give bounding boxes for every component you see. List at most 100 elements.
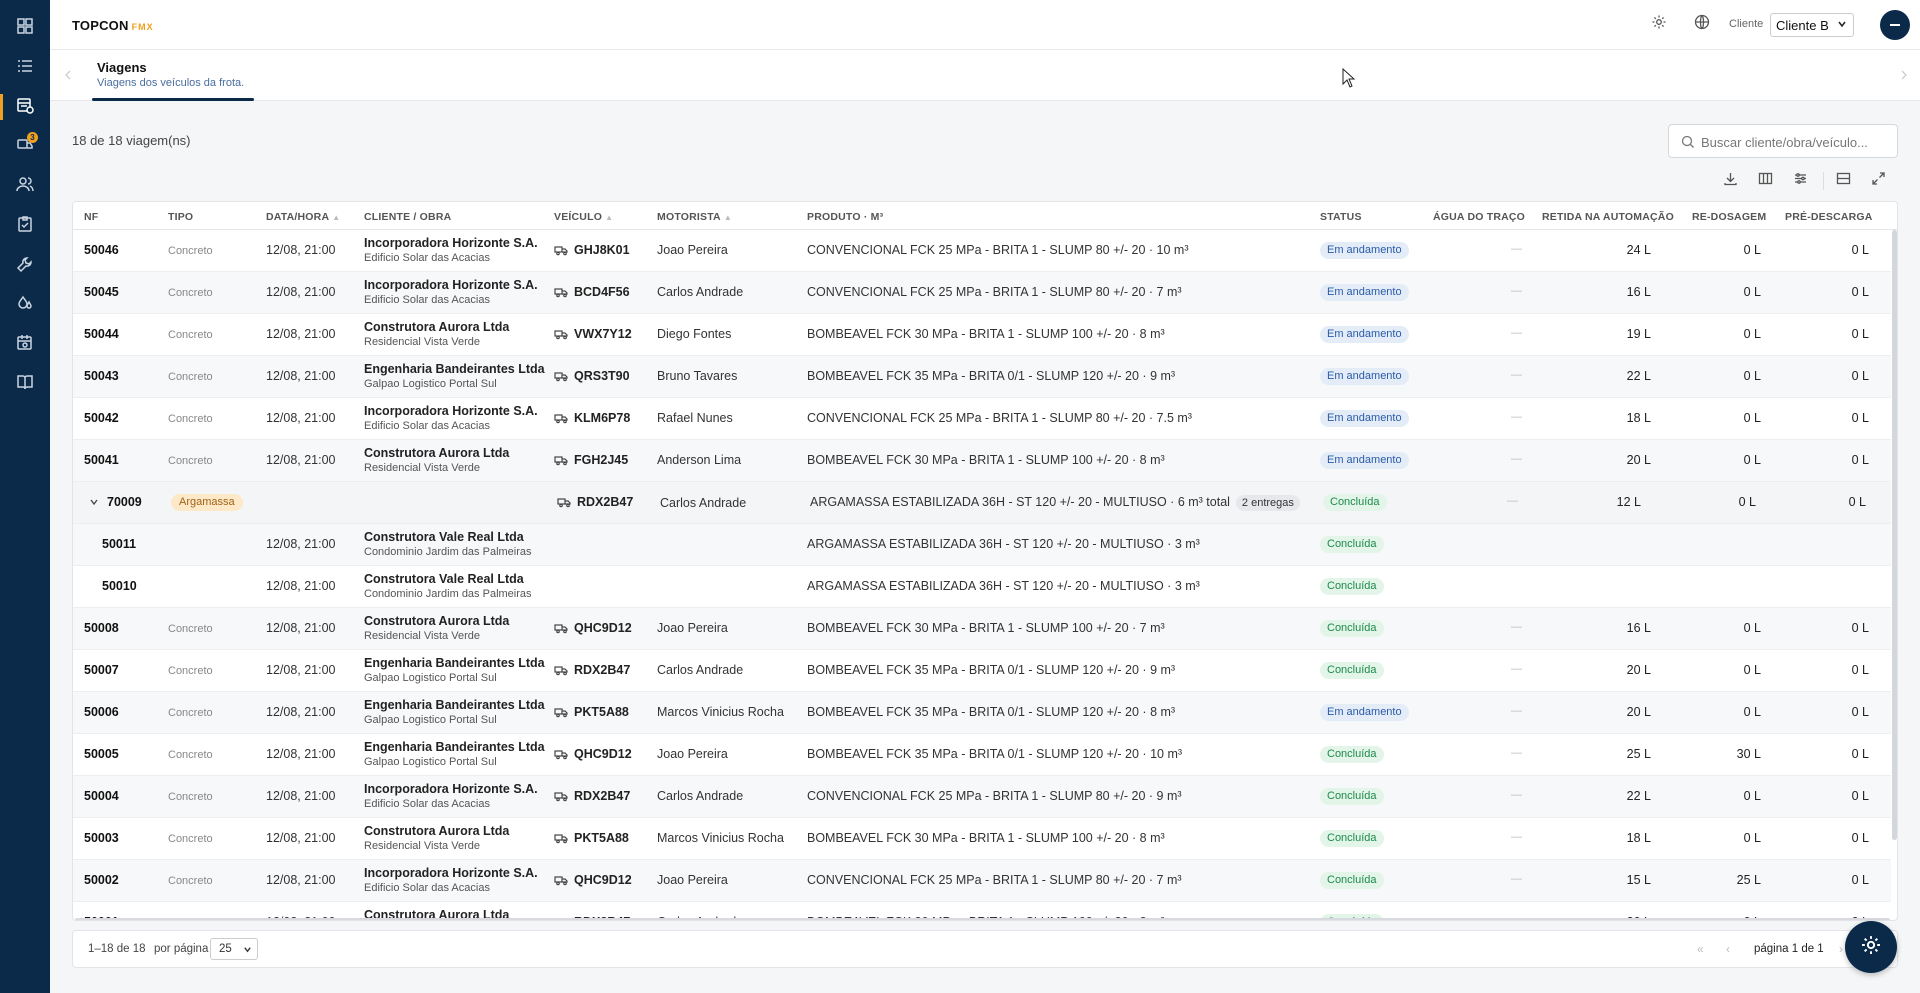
first-page-button[interactable]: « (1697, 942, 1704, 956)
table-row[interactable]: 50041 Concreto 12/08, 21:00 Construtora … (73, 440, 1891, 482)
column-header-produto[interactable]: PRODUTO · M³ (807, 211, 883, 223)
product-cell: BOMBEAVEL FCK 30 MPa - BRITA 1 - SLUMP 1… (807, 831, 1165, 845)
column-header-motorista[interactable]: MOTORISTA ▲ (657, 211, 732, 223)
vehicle-cell: PKT5A88 (574, 705, 629, 719)
tab-viagens[interactable]: Viagens Viagens dos veículos da frota. (92, 50, 254, 101)
download-button[interactable] (1721, 172, 1739, 190)
search-box[interactable] (1668, 124, 1898, 158)
column-header-veiculo[interactable]: VEÍCULO ▲ (554, 211, 613, 223)
fullscreen-button[interactable] (1869, 172, 1887, 190)
vehicle-cell: QHC9D12 (574, 873, 632, 887)
client-name: Incorporadora Horizonte S.A. (364, 866, 538, 880)
datetime-cell: 12/08, 21:00 (266, 621, 336, 635)
table-row[interactable]: 50005 Concreto 12/08, 21:00 Engenharia B… (73, 734, 1891, 776)
density-button[interactable] (1834, 172, 1852, 190)
product-cell: CONVENCIONAL FCK 25 MPa - BRITA 1 - SLUM… (807, 285, 1182, 299)
table-row[interactable]: 50044 Concreto 12/08, 21:00 Construtora … (73, 314, 1891, 356)
table-row[interactable]: 50007 Concreto 12/08, 21:00 Engenharia B… (73, 650, 1891, 692)
redosing-cell: 0 L (1743, 705, 1761, 719)
site-name: Edificio Solar das Acacias (364, 294, 490, 306)
predischarge-cell: 0 L (1851, 327, 1869, 341)
column-header-predescarga[interactable]: PRÉ-DESCARGA (1785, 211, 1873, 223)
column-header-nf[interactable]: NF (84, 211, 98, 223)
datetime-cell: 12/08, 21:00 (266, 579, 336, 593)
water-cell: — (1507, 495, 1518, 507)
table-row[interactable]: 50046 Concreto 12/08, 21:00 Incorporador… (73, 230, 1891, 272)
brand-logo[interactable]: TOPCON FMX (72, 18, 154, 33)
sidebar-item-schedule[interactable] (0, 326, 50, 364)
settings-fab-button[interactable] (1845, 921, 1897, 973)
truck-icon (554, 832, 568, 844)
next-page-button[interactable]: › (1839, 942, 1843, 956)
predischarge-cell: 0 L (1851, 453, 1869, 467)
drops-icon (16, 294, 34, 317)
table-row[interactable]: 50043 Concreto 12/08, 21:00 Engenharia B… (73, 356, 1891, 398)
tab-scroll-right-icon[interactable] (1898, 68, 1910, 82)
sort-icon: ▲ (332, 213, 341, 222)
table-row[interactable]: 50002 Concreto 12/08, 21:00 Incorporador… (73, 860, 1891, 902)
predischarge-cell: 0 L (1851, 663, 1869, 677)
water-cell: — (1511, 327, 1522, 339)
sidebar-item-notifications[interactable]: 3 (0, 127, 50, 165)
datetime-cell: 12/08, 21:00 (266, 831, 336, 845)
retained-cell: 24 L (1626, 243, 1651, 257)
nf-cell: 50010 (102, 579, 137, 593)
user-avatar-button[interactable] (1880, 10, 1910, 40)
sidebar-item-water[interactable] (0, 286, 50, 324)
product-cell: BOMBEAVEL FCK 35 MPa - BRITA 0/1 - SLUMP… (807, 747, 1183, 761)
table-row[interactable]: 50003 Concreto 12/08, 21:00 Construtora … (73, 818, 1891, 860)
filter-button[interactable] (1791, 172, 1809, 190)
per-page-select[interactable]: 25 (210, 938, 258, 960)
column-header-redosagem[interactable]: RE-DOSAGEM (1692, 211, 1766, 223)
column-header-agua[interactable]: ÁGUA DO TRAÇO (1433, 211, 1525, 223)
datetime-cell: 12/08, 21:00 (266, 789, 336, 803)
client-select[interactable]: Cliente B (1770, 13, 1854, 37)
product-cell: BOMBEAVEL FCK 35 MPa - BRITA 0/1 - SLUMP… (807, 663, 1176, 677)
water-cell: — (1511, 705, 1522, 717)
sidebar-item-viagens[interactable] (0, 88, 50, 126)
table-row[interactable]: 50011 12/08, 21:00 Construtora Vale Real… (73, 524, 1891, 566)
client-select-value: Cliente B (1776, 17, 1829, 33)
settings-button[interactable] (1649, 14, 1669, 34)
search-input[interactable] (1701, 133, 1891, 151)
chevron-down-icon[interactable] (89, 497, 99, 507)
table-row[interactable]: 50045 Concreto 12/08, 21:00 Incorporador… (73, 272, 1891, 314)
predischarge-cell: 0 L (1851, 243, 1869, 257)
horizontal-scrollbar[interactable] (75, 918, 1890, 920)
nf-cell: 50046 (84, 243, 119, 257)
prev-page-button[interactable]: ‹ (1726, 942, 1730, 956)
retained-cell: 12 L (1616, 495, 1641, 509)
retained-cell: 20 L (1626, 705, 1651, 719)
column-header-cliente[interactable]: CLIENTE / OBRA (364, 211, 451, 223)
driver-cell: Joao Pereira (657, 621, 728, 635)
notification-badge: 3 (27, 132, 38, 143)
redosing-cell: 0 L (1743, 621, 1761, 635)
sidebar-item-users[interactable] (0, 167, 50, 205)
table-row[interactable]: 50042 Concreto 12/08, 21:00 Incorporador… (73, 398, 1891, 440)
language-button[interactable] (1692, 14, 1712, 34)
sidebar-item-checklist[interactable] (0, 207, 50, 245)
table-row[interactable]: 50008 Concreto 12/08, 21:00 Construtora … (73, 608, 1891, 650)
column-header-data[interactable]: DATA/HORA ▲ (266, 211, 340, 223)
table-row[interactable]: 70009 Argamassa RDX2B47 Carlos Andrade A… (73, 482, 1891, 524)
columns-button[interactable] (1756, 172, 1774, 190)
vertical-scrollbar[interactable] (1892, 230, 1897, 840)
sidebar-item-docs[interactable] (0, 365, 50, 403)
table-row[interactable]: 50006 Concreto 12/08, 21:00 Engenharia B… (73, 692, 1891, 734)
sidebar-item-list[interactable] (0, 49, 50, 87)
column-header-retida[interactable]: RETIDA NA AUTOMAÇÃO (1542, 211, 1674, 223)
mouse-cursor-icon (1342, 68, 1356, 88)
retained-cell: 16 L (1626, 285, 1651, 299)
column-header-tipo[interactable]: TIPO (168, 211, 193, 223)
sidebar-item-maintenance[interactable] (0, 247, 50, 285)
trips-icon (16, 96, 34, 119)
table-row[interactable]: 50004 Concreto 12/08, 21:00 Incorporador… (73, 776, 1891, 818)
vehicle-cell: RDX2B47 (574, 663, 631, 677)
column-header-status[interactable]: STATUS (1320, 211, 1362, 223)
sidebar: 3 (0, 0, 50, 993)
truck-icon (554, 706, 568, 718)
product-cell: BOMBEAVEL FCK 30 MPa - BRITA 1 - SLUMP 1… (807, 621, 1165, 635)
sidebar-item-dashboard[interactable] (0, 9, 50, 47)
table-row[interactable]: 50010 12/08, 21:00 Construtora Vale Real… (73, 566, 1891, 608)
tab-scroll-left-icon[interactable] (62, 68, 74, 82)
